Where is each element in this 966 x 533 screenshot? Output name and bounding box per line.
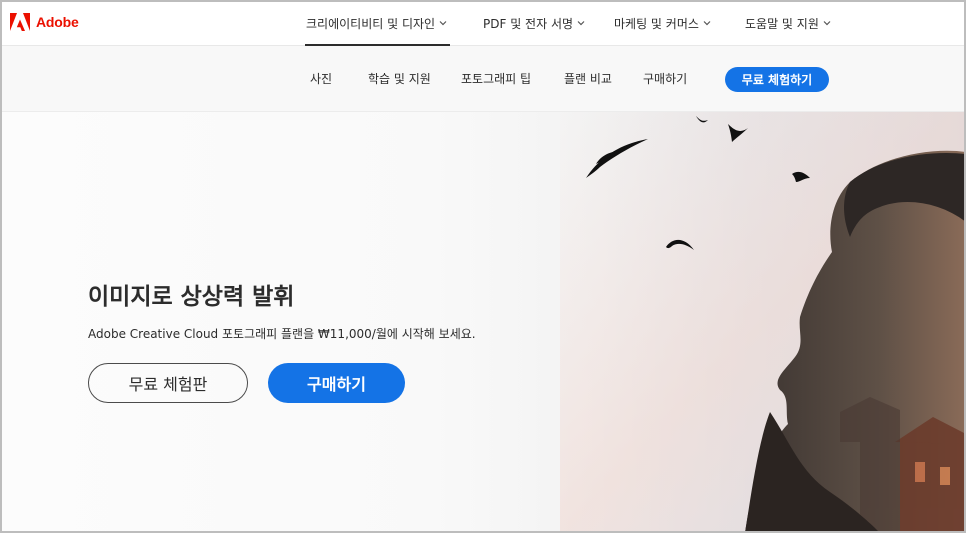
subnav-learn-support[interactable]: 학습 및 지원 [368, 70, 431, 87]
nav-label: 마케팅 및 커머스 [614, 16, 699, 31]
adobe-logo[interactable]: Adobe [10, 11, 79, 33]
chevron-down-icon [703, 21, 711, 26]
chevron-down-icon [439, 21, 447, 26]
subnav-photography-tips[interactable]: 포토그래피 팁 [461, 70, 531, 87]
nav-marketing-commerce[interactable]: 마케팅 및 커머스 [614, 13, 711, 33]
hero-subtitle: Adobe Creative Cloud 포토그래피 플랜을 ₩11,000/월… [88, 327, 476, 341]
nav-help-support[interactable]: 도움말 및 지원 [745, 13, 831, 33]
hero-image [560, 112, 966, 533]
chevron-down-icon [823, 21, 831, 26]
brand-name: Adobe [36, 14, 79, 30]
local-nav: 사진 학습 및 지원 포토그래피 팁 플랜 비교 구매하기 무료 체험하기 [0, 46, 966, 112]
nav-pdf-esign[interactable]: PDF 및 전자 서명 [483, 13, 585, 33]
adobe-logo-icon [10, 13, 30, 31]
chevron-down-icon [577, 21, 585, 26]
subnav-buy[interactable]: 구매하기 [643, 70, 687, 87]
nav-label: 도움말 및 지원 [745, 16, 819, 31]
subnav-photo[interactable]: 사진 [310, 70, 332, 87]
nav-creativity-design[interactable]: 크리에이티비티 및 디자인 [306, 13, 447, 33]
buy-now-button[interactable]: 구매하기 [268, 363, 405, 403]
nav-label: 크리에이티비티 및 디자인 [306, 16, 436, 31]
free-trial-button[interactable]: 무료 체험하기 [725, 67, 829, 92]
global-nav: Adobe 크리에이티비티 및 디자인 PDF 및 전자 서명 마케팅 및 커머… [0, 0, 966, 46]
free-trial-outline-button[interactable]: 무료 체험판 [88, 363, 248, 403]
subnav-compare-plans[interactable]: 플랜 비교 [564, 70, 612, 87]
nav-label: PDF 및 전자 서명 [483, 16, 574, 31]
hero-banner: 이미지로 상상력 발휘 Adobe Creative Cloud 포토그래피 플… [0, 112, 966, 533]
hero-title: 이미지로 상상력 발휘 [88, 284, 295, 310]
